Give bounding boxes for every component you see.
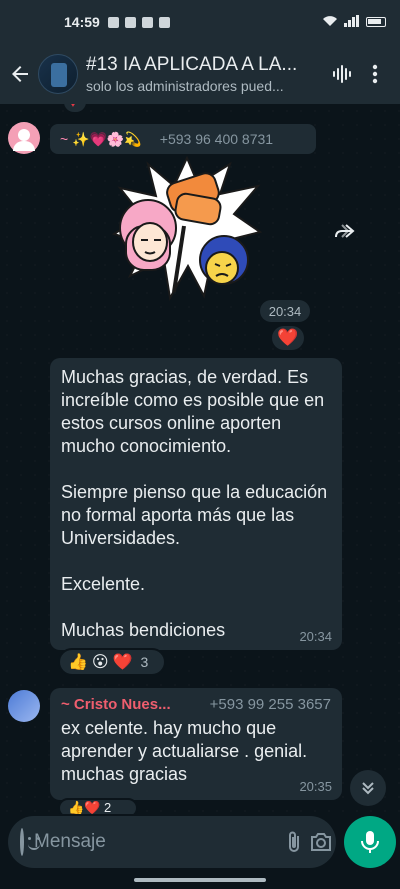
sticker-image[interactable] — [112, 156, 262, 302]
sticker-timestamp: 20:34 — [260, 300, 310, 322]
message-list[interactable]: ♥ ~ ✨💗🌸💫 +593 96 400 8731 20:34 ❤️ Mucha… — [0, 104, 400, 814]
reaction-count: 3 — [140, 654, 149, 670]
home-indicator[interactable] — [134, 878, 266, 882]
message-timestamp: 20:34 — [299, 629, 332, 644]
previous-message-reaction[interactable]: ♥ — [64, 104, 86, 112]
avatar[interactable] — [8, 690, 40, 722]
notification-icon — [107, 16, 119, 28]
scroll-to-bottom-button[interactable] — [350, 770, 386, 806]
battery-icon — [366, 17, 386, 27]
message-text: ex celente. hay mucho que aprender y act… — [61, 718, 308, 784]
sender-chip[interactable]: ~ ✨💗🌸💫 +593 96 400 8731 — [50, 124, 316, 154]
message-paragraph: Muchas gracias, de verdad. Es increíble … — [61, 367, 325, 456]
attach-icon[interactable] — [285, 825, 303, 859]
signal-icon — [344, 14, 360, 30]
reactions-chip[interactable]: 👍 😮 ❤️ 3 — [58, 648, 166, 676]
avatar[interactable] — [8, 122, 40, 154]
group-subtitle: solo los administradores pued... — [86, 78, 284, 94]
message-paragraph: Siempre pienso que la educación no forma… — [61, 482, 328, 548]
person-icon — [13, 129, 35, 151]
wifi-icon — [322, 14, 338, 30]
reactions-summary: 👍❤️ 2 — [68, 800, 112, 814]
double-chevron-down-icon — [362, 782, 374, 795]
message-timestamp: 20:35 — [299, 779, 332, 794]
notification-icon — [158, 16, 170, 28]
message-bubble[interactable]: ~ Cristo Nues... +593 99 255 3657 ex cel… — [50, 688, 342, 800]
notification-icon — [141, 16, 153, 28]
sender-phone: +593 99 255 3657 — [209, 696, 331, 713]
back-arrow-icon[interactable] — [8, 62, 32, 86]
sender-name[interactable]: ~ Cristo Nues... — [61, 696, 171, 713]
status-bar: 14:59 — [0, 0, 400, 44]
reactions-chip[interactable]: 👍❤️ 2 — [58, 798, 138, 814]
message-bubble[interactable]: Muchas gracias, de verdad. Es increíble … — [50, 358, 342, 650]
heart-reaction-icon: ❤️ — [112, 654, 133, 671]
more-options-icon[interactable] — [358, 57, 392, 91]
sender-display-name: ~ ✨💗🌸💫 — [60, 130, 142, 147]
thumbs-up-reaction-icon: 👍 — [68, 654, 88, 671]
sticker-reaction[interactable]: ❤️ — [272, 326, 304, 350]
microphone-icon — [361, 831, 379, 853]
notification-icon — [124, 16, 136, 28]
message-paragraph: Muchas bendiciones — [61, 620, 226, 640]
sender-line: ~ Cristo Nues... +593 99 255 3657 — [61, 696, 331, 713]
sender-phone: +593 96 400 8731 — [159, 131, 274, 147]
status-time: 14:59 — [64, 14, 100, 30]
message-input-bar — [8, 816, 336, 868]
chat-header: #13 IA APLICADA A LA... solo los adminis… — [0, 44, 400, 104]
message-paragraph: Excelente. — [61, 574, 146, 594]
message-input[interactable] — [34, 831, 279, 853]
camera-icon[interactable] — [309, 825, 333, 859]
group-avatar[interactable] — [38, 54, 78, 94]
group-title: #13 IA APLICADA A LA... — [86, 54, 298, 75]
voice-chat-icon[interactable] — [324, 57, 358, 91]
heart-reaction-icon: ❤️ — [277, 328, 299, 347]
forward-icon[interactable] — [328, 216, 360, 248]
notification-icons — [107, 16, 170, 28]
microphone-button[interactable] — [344, 816, 396, 868]
composer — [0, 814, 400, 889]
system-indicators — [322, 14, 386, 30]
surprised-reaction-icon: 😮 — [91, 654, 109, 671]
chat-info[interactable]: #13 IA APLICADA A LA... solo los adminis… — [86, 54, 324, 94]
heart-reaction-icon: ♥ — [70, 104, 76, 110]
emoji-icon[interactable] — [20, 828, 40, 856]
